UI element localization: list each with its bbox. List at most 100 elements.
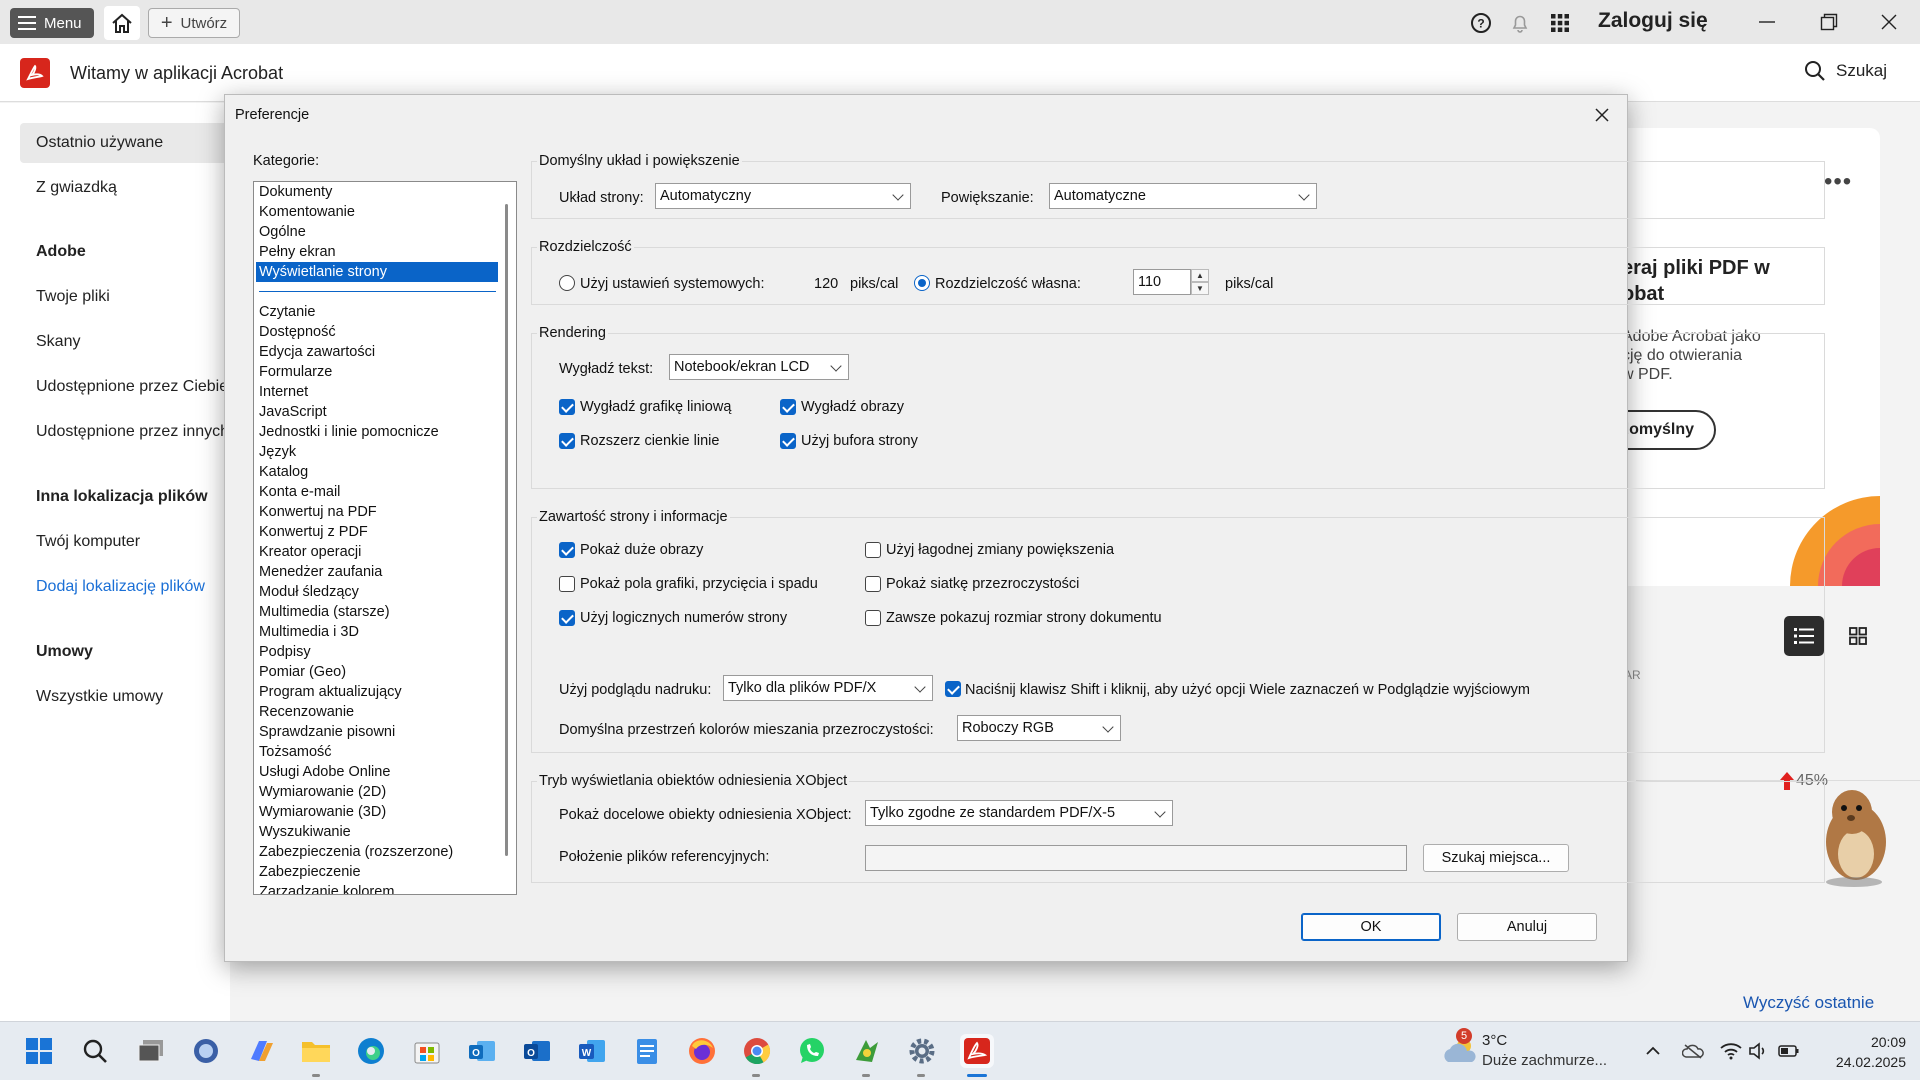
wifi-icon[interactable]: [1720, 1040, 1742, 1062]
category-item[interactable]: Usługi Adobe Online: [256, 762, 498, 782]
create-button[interactable]: + Utwórz: [148, 8, 240, 38]
grid-view-button[interactable]: [1838, 616, 1878, 656]
stepper-down-icon[interactable]: ▼: [1191, 282, 1209, 295]
category-item[interactable]: Podpisy: [256, 642, 498, 662]
taskbar-notepad[interactable]: [630, 1034, 664, 1068]
category-item[interactable]: Zabezpieczenie: [256, 862, 498, 882]
tray-cloud-sync-icon[interactable]: [1682, 1040, 1704, 1062]
taskbar-firefox[interactable]: [685, 1034, 719, 1068]
smooth-zoom-checkbox[interactable]: [865, 542, 881, 558]
category-item[interactable]: Wyświetlanie strony: [256, 262, 498, 282]
taskbar-word[interactable]: W: [575, 1034, 609, 1068]
stepper-up-icon[interactable]: ▲: [1191, 269, 1209, 282]
category-item[interactable]: Jednostki i linie pomocnicze: [256, 422, 498, 442]
use-system-settings-radio[interactable]: [559, 275, 575, 291]
more-options-icon[interactable]: •••: [1824, 168, 1852, 196]
category-item[interactable]: Multimedia (starsze): [256, 602, 498, 622]
category-item[interactable]: Menedżer zaufania: [256, 562, 498, 582]
category-item[interactable]: Internet: [256, 382, 498, 402]
categories-listbox[interactable]: Dokumenty Komentowanie Ogólne Pełny ekran Wy…: [253, 181, 517, 895]
taskbar-file-explorer[interactable]: [299, 1034, 333, 1068]
sidebar-item-shared-by-others[interactable]: Udostępnione przez innych: [36, 423, 229, 441]
help-icon[interactable]: ?: [1468, 10, 1494, 36]
taskbar-copilot[interactable]: [244, 1034, 278, 1068]
custom-resolution-input[interactable]: 110: [1133, 269, 1191, 295]
sidebar-item-all-agreements[interactable]: Wszystkie umowy: [36, 688, 163, 706]
sidebar-add-location-link[interactable]: Dodaj lokalizację plików: [36, 578, 205, 596]
categories-scrollbar[interactable]: [505, 204, 508, 856]
logical-page-numbers-checkbox[interactable]: [559, 610, 575, 626]
task-view-button[interactable]: [134, 1034, 168, 1068]
cancel-button[interactable]: Anuluj: [1457, 913, 1597, 941]
taskbar-settings[interactable]: [905, 1034, 939, 1068]
reference-location-field[interactable]: [865, 845, 1407, 871]
custom-resolution-radio[interactable]: [914, 275, 930, 291]
apps-grid-icon[interactable]: [1547, 10, 1573, 36]
restore-button[interactable]: [1806, 8, 1852, 36]
category-item[interactable]: Konta e-mail: [256, 482, 498, 502]
sidebar-item-your-computer[interactable]: Twój komputer: [36, 533, 140, 551]
category-item[interactable]: Moduł śledzący: [256, 582, 498, 602]
category-item[interactable]: Wymiarowanie (3D): [256, 802, 498, 822]
taskbar-app-green[interactable]: [850, 1034, 884, 1068]
minimize-button[interactable]: [1744, 8, 1790, 36]
category-item[interactable]: Formularze: [256, 362, 498, 382]
taskbar-outlook[interactable]: O: [520, 1034, 554, 1068]
shift-click-checkbox[interactable]: [945, 681, 961, 697]
taskbar-app-1[interactable]: [189, 1034, 223, 1068]
taskbar-edge[interactable]: [354, 1034, 388, 1068]
category-item[interactable]: Czytanie: [256, 302, 498, 322]
category-item[interactable]: Zabezpieczenia (rozszerzone): [256, 842, 498, 862]
category-item[interactable]: Konwertuj z PDF: [256, 522, 498, 542]
taskbar-store[interactable]: [410, 1034, 444, 1068]
zoom-dropdown[interactable]: Automatyczne: [1049, 183, 1317, 209]
sign-in-link[interactable]: Zaloguj się: [1598, 9, 1708, 33]
category-item[interactable]: Dokumenty: [256, 182, 498, 202]
taskbar-outlook-new[interactable]: O: [465, 1034, 499, 1068]
show-transparency-grid-checkbox[interactable]: [865, 576, 881, 592]
category-item[interactable]: JavaScript: [256, 402, 498, 422]
category-item[interactable]: Recenzowanie: [256, 702, 498, 722]
sidebar-item-recent[interactable]: Ostatnio używane: [36, 134, 163, 152]
resolution-stepper[interactable]: ▲ ▼: [1191, 269, 1209, 295]
always-show-size-checkbox[interactable]: [865, 610, 881, 626]
ok-button[interactable]: OK: [1301, 913, 1441, 941]
browse-button[interactable]: Szukaj miejsca...: [1423, 844, 1569, 872]
category-item[interactable]: Wyszukiwanie: [256, 822, 498, 842]
smooth-images-checkbox[interactable]: [780, 399, 796, 415]
category-item[interactable]: Tożsamość: [256, 742, 498, 762]
taskbar-acrobat[interactable]: [960, 1034, 994, 1068]
show-xobject-dropdown[interactable]: Tylko zgodne ze standardem PDF/X-5: [865, 800, 1173, 826]
use-page-cache-checkbox[interactable]: [780, 433, 796, 449]
bell-icon[interactable]: [1507, 10, 1533, 36]
category-item[interactable]: Kreator operacji: [256, 542, 498, 562]
category-item[interactable]: Konwertuj na PDF: [256, 502, 498, 522]
smooth-text-dropdown[interactable]: Notebook/ekran LCD: [669, 354, 849, 380]
sidebar-item-shared-by-you[interactable]: Udostępnione przez Ciebie: [36, 378, 228, 396]
search-button[interactable]: Szukaj: [1804, 60, 1887, 82]
tray-chevron-up-icon[interactable]: [1642, 1040, 1664, 1062]
category-item[interactable]: Wymiarowanie (2D): [256, 782, 498, 802]
category-item[interactable]: Język: [256, 442, 498, 462]
category-item[interactable]: Dostępność: [256, 322, 498, 342]
category-item[interactable]: Pomiar (Geo): [256, 662, 498, 682]
clear-recent-link[interactable]: Wyczyść ostatnie: [1743, 993, 1874, 1013]
category-item[interactable]: Komentowanie: [256, 202, 498, 222]
dialog-close-button[interactable]: [1587, 101, 1617, 129]
category-item[interactable]: Multimedia i 3D: [256, 622, 498, 642]
show-art-trim-bleed-checkbox[interactable]: [559, 576, 575, 592]
category-item[interactable]: Ogólne: [256, 222, 498, 242]
sidebar-item-scans[interactable]: Skany: [36, 333, 80, 351]
category-item[interactable]: Katalog: [256, 462, 498, 482]
start-button[interactable]: [22, 1034, 56, 1068]
category-item[interactable]: Program aktualizujący: [256, 682, 498, 702]
system-clock[interactable]: 20:09 24.02.2025: [1822, 1032, 1906, 1072]
show-large-images-checkbox[interactable]: [559, 542, 575, 558]
category-item[interactable]: Pełny ekran: [256, 242, 498, 262]
sidebar-item-starred[interactable]: Z gwiazdką: [36, 179, 117, 197]
home-button[interactable]: [104, 6, 140, 40]
overprint-preview-dropdown[interactable]: Tylko dla plików PDF/X: [723, 675, 933, 701]
category-item[interactable]: Edycja zawartości: [256, 342, 498, 362]
taskbar-chrome[interactable]: [740, 1034, 774, 1068]
category-item[interactable]: Sprawdzanie pisowni: [256, 722, 498, 742]
